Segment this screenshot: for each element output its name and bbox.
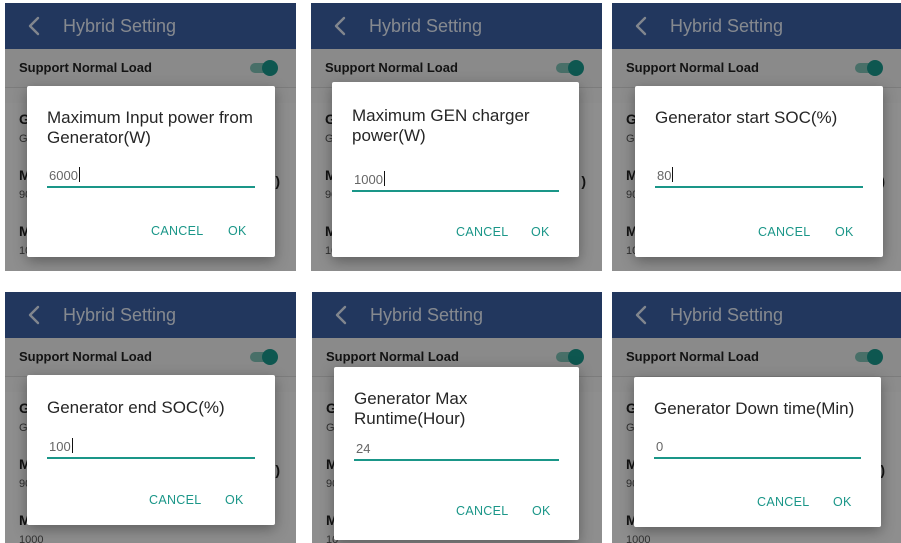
dialog-input-value[interactable]: 0 xyxy=(656,439,663,454)
ok-button[interactable]: OK xyxy=(835,225,854,239)
text-cursor xyxy=(672,167,674,182)
cancel-button[interactable]: CANCEL xyxy=(456,225,509,239)
ok-button[interactable]: OK xyxy=(225,493,244,507)
cancel-button[interactable]: CANCEL xyxy=(151,224,204,238)
ok-button[interactable]: OK xyxy=(833,495,852,509)
text-cursor xyxy=(71,438,73,453)
input-dialog: Generator Down time(Min) 0 CANCEL OK xyxy=(634,377,881,527)
input-dialog: Maximum GEN charger power(W) 1000 CANCEL OK xyxy=(332,82,579,257)
dialog-input-value[interactable]: 80 xyxy=(657,167,674,183)
cancel-button[interactable]: CANCEL xyxy=(758,225,811,239)
phone-panel: Hybrid SettingSupport Normal LoadGGeM90M… xyxy=(312,292,602,543)
phone-panel: Hybrid SettingSupport Normal LoadGGeM90)… xyxy=(5,3,296,271)
dialog-input-value[interactable]: 24 xyxy=(356,441,370,456)
ok-button[interactable]: OK xyxy=(531,225,550,239)
cancel-button[interactable]: CANCEL xyxy=(456,504,509,518)
text-cursor xyxy=(78,167,80,182)
text-cursor xyxy=(383,171,385,186)
input-dialog: Generator start SOC(%) 80 CANCEL OK xyxy=(635,86,883,257)
input-dialog: Generator Max Runtime(Hour) 24 CANCEL OK xyxy=(334,367,579,540)
dialog-input-value[interactable]: 6000 xyxy=(49,167,80,183)
input-dialog: Maximum Input power from Generator(W) 600… xyxy=(27,86,275,257)
dialog-input-field[interactable]: 1000 xyxy=(352,166,559,192)
input-dialog: Generator end SOC(%) 100 CANCEL OK xyxy=(27,375,275,525)
dialog-input-field[interactable]: 6000 xyxy=(47,162,255,188)
dialog-title: Generator start SOC(%) xyxy=(655,108,838,127)
ok-button[interactable]: OK xyxy=(228,224,247,238)
phone-panel: Hybrid SettingSupport Normal LoadGGeM90)… xyxy=(5,292,296,543)
dialog-title: Generator Max Runtime(Hour) xyxy=(354,389,468,428)
cancel-button[interactable]: CANCEL xyxy=(757,495,810,509)
dialog-title: Maximum GEN charger power(W) xyxy=(352,106,530,145)
dialog-input-field[interactable]: 100 xyxy=(47,433,255,459)
dialog-input-value[interactable]: 1000 xyxy=(354,171,385,187)
dialog-input-field[interactable]: 24 xyxy=(354,435,559,461)
dialog-input-value[interactable]: 100 xyxy=(49,438,73,454)
ok-button[interactable]: OK xyxy=(532,504,551,518)
phone-panel: Hybrid SettingSupport Normal LoadGGeM90)… xyxy=(612,3,901,271)
dialog-title: Maximum Input power from Generator(W) xyxy=(47,108,253,147)
phone-panel: Hybrid SettingSupport Normal LoadGGeM90)… xyxy=(311,3,602,271)
dialog-title: Generator Down time(Min) xyxy=(654,399,855,418)
cancel-button[interactable]: CANCEL xyxy=(149,493,202,507)
phone-panel: Hybrid SettingSupport Normal LoadGGeM90)… xyxy=(612,292,901,543)
dialog-input-field[interactable]: 0 xyxy=(654,433,861,459)
dialog-title: Generator end SOC(%) xyxy=(47,398,225,417)
dialog-input-field[interactable]: 80 xyxy=(655,162,863,188)
